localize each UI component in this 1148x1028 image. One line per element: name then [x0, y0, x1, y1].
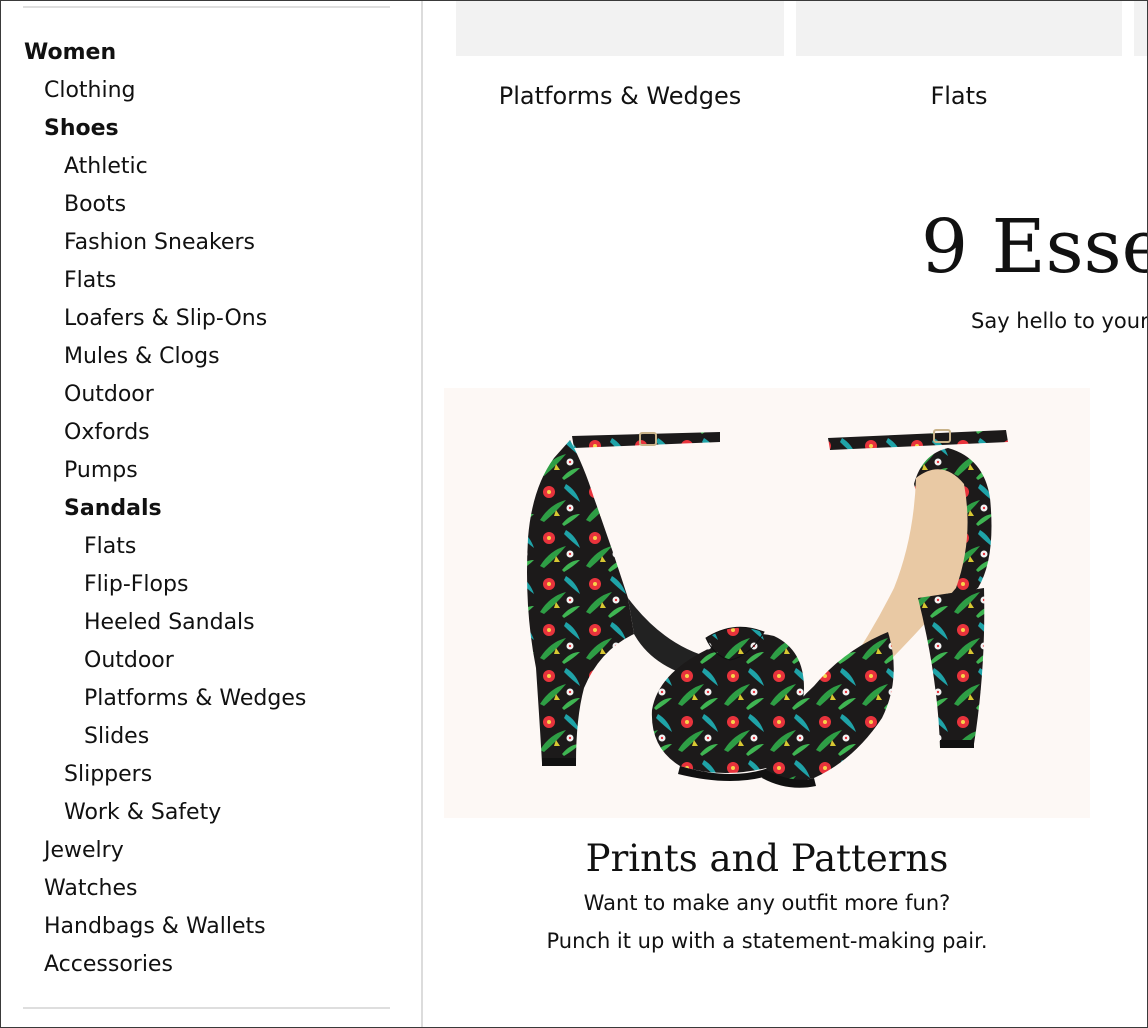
sidebar-item-accessories[interactable]: Accessories	[1, 946, 306, 984]
sidebar-item-fashion-sneakers[interactable]: Fashion Sneakers	[1, 224, 306, 262]
sidebar-bottom-divider	[23, 1007, 390, 1009]
sidebar-item-flip-flops[interactable]: Flip-Flops	[1, 566, 306, 604]
sidebar-item-sandals-flats[interactable]: Flats	[1, 528, 306, 566]
sidebar-item-oxfords[interactable]: Oxfords	[1, 414, 306, 452]
left-sandal	[527, 432, 804, 781]
floral-heeled-sandals-image	[527, 429, 1008, 788]
sidebar-item-slides[interactable]: Slides	[1, 718, 306, 756]
tile-image-flats[interactable]	[796, 1, 1122, 56]
tile-label-platforms-wedges[interactable]: Platforms & Wedges	[456, 77, 784, 115]
sidebar-item-heeled-sandals[interactable]: Heeled Sandals	[1, 604, 306, 642]
sidebar-item-boots[interactable]: Boots	[1, 186, 306, 224]
tile-label-flats[interactable]: Flats	[796, 77, 1122, 115]
tile-image-next[interactable]	[1134, 1, 1147, 56]
sidebar-item-athletic[interactable]: Athletic	[1, 148, 306, 186]
sidebar-top-divider	[23, 6, 390, 8]
sidebar-item-handbags-wallets[interactable]: Handbags & Wallets	[1, 908, 306, 946]
sidebar-item-pumps[interactable]: Pumps	[1, 452, 306, 490]
page: Women Clothing Shoes Athletic Boots Fash…	[0, 0, 1148, 1028]
sidebar-item-mules-clogs[interactable]: Mules & Clogs	[1, 338, 306, 376]
sidebar-item-outdoor[interactable]: Outdoor	[1, 376, 306, 414]
sidebar-item-platforms-wedges[interactable]: Platforms & Wedges	[1, 680, 306, 718]
sidebar-item-clothing[interactable]: Clothing	[1, 72, 306, 110]
main-content: Platforms & Wedges Flats 9 Essen Say hel…	[423, 1, 1148, 1027]
sidebar-item-shoes[interactable]: Shoes	[1, 110, 306, 148]
sidebar-item-sandals[interactable]: Sandals	[1, 490, 306, 528]
promo-description-line-2: Punch it up with a statement-making pair…	[546, 929, 988, 953]
category-list: Women Clothing Shoes Athletic Boots Fash…	[1, 34, 306, 984]
section-headline: 9 Essen	[921, 204, 1147, 290]
promo-title[interactable]: Prints and Patterns	[444, 834, 1090, 884]
sidebar-item-watches[interactable]: Watches	[1, 870, 306, 908]
promo-image[interactable]	[444, 388, 1090, 818]
tile-image-platforms-wedges[interactable]	[456, 1, 784, 56]
sidebar-item-sandals-outdoor[interactable]: Outdoor	[1, 642, 306, 680]
right-sandal	[762, 429, 1008, 788]
sidebar-item-flats[interactable]: Flats	[1, 262, 306, 300]
sidebar-item-slippers[interactable]: Slippers	[1, 756, 306, 794]
sidebar-item-women[interactable]: Women	[1, 34, 306, 72]
promo-description-line-1: Want to make any outfit more fun?	[583, 891, 951, 915]
category-sidebar: Women Clothing Shoes Athletic Boots Fash…	[1, 1, 423, 1027]
section-subline: Say hello to your	[971, 309, 1148, 333]
sidebar-item-loafers-slip-ons[interactable]: Loafers & Slip-Ons	[1, 300, 306, 338]
sidebar-item-work-safety[interactable]: Work & Safety	[1, 794, 306, 832]
sidebar-item-jewelry[interactable]: Jewelry	[1, 832, 306, 870]
